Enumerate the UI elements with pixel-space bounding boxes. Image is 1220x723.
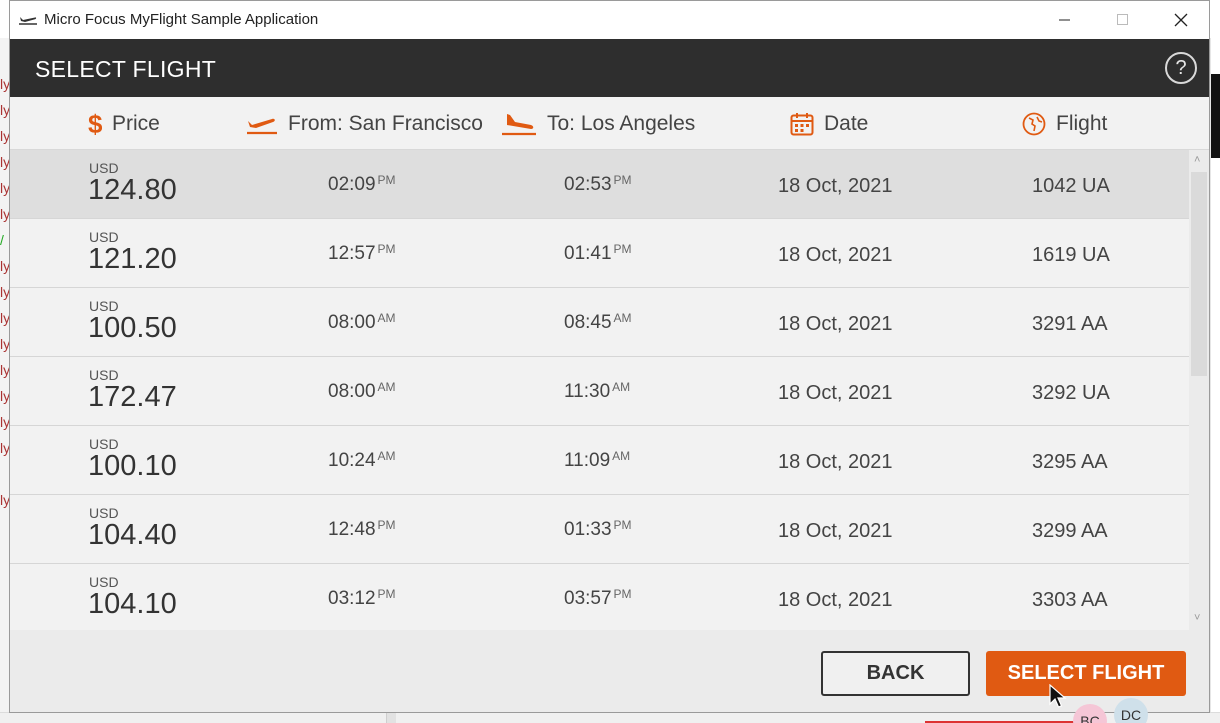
price-value: 100.10: [88, 450, 177, 482]
departure-time: 02:09 PM: [328, 173, 396, 195]
takeoff-icon: [247, 118, 277, 135]
flight-date: 18 Oct, 2021: [778, 244, 893, 266]
departure-time: 08:00 AM: [328, 380, 396, 402]
flight-number: 3292 UA: [1032, 382, 1110, 404]
landing-icon: [502, 114, 536, 136]
arrival-time: 02:53 PM: [564, 173, 632, 195]
flight-date: 18 Oct, 2021: [778, 175, 893, 197]
flight-date: 18 Oct, 2021: [778, 589, 893, 611]
page-header: SELECT FLIGHT ?: [10, 39, 1209, 97]
globe-icon: [1022, 112, 1046, 136]
column-from-label: From: San Francisco: [288, 112, 483, 135]
flight-row[interactable]: USD 124.80 02:09 PM 02:53 PM 18 Oct, 2021 …: [10, 150, 1189, 219]
price-value: 121.20: [88, 243, 177, 275]
column-price[interactable]: $ Price: [88, 109, 160, 139]
flight-list: USD 124.80 02:09 PM 02:53 PM 18 Oct, 2021 …: [10, 150, 1189, 630]
price-value: 100.50: [88, 312, 177, 344]
title-bar[interactable]: Micro Focus MyFlight Sample Application: [10, 1, 1209, 39]
scroll-down-arrow-icon[interactable]: ˅: [1194, 612, 1200, 624]
calendar-icon: [790, 113, 814, 136]
flight-row[interactable]: USD 104.10 03:12 PM 03:57 PM 18 Oct, 2021 …: [10, 564, 1189, 630]
price-value: 104.40: [88, 519, 177, 551]
flight-number: 3299 AA: [1032, 520, 1108, 542]
flight-number: 3295 AA: [1032, 451, 1108, 473]
column-from[interactable]: From: San Francisco: [246, 109, 483, 139]
flight-row[interactable]: USD 121.20 12:57 PM 01:41 PM 18 Oct, 2021 …: [10, 219, 1189, 288]
flight-row[interactable]: USD 172.47 08:00 AM 11:30 AM 18 Oct, 2021 …: [10, 357, 1189, 426]
column-price-label: Price: [112, 112, 160, 135]
airplane-app-icon: [18, 11, 38, 29]
price-value: 124.80: [88, 174, 177, 206]
column-date[interactable]: Date: [790, 109, 868, 139]
minimize-button[interactable]: [1036, 1, 1094, 39]
help-button[interactable]: ?: [1165, 52, 1197, 84]
background-app-right-edge: [1210, 38, 1220, 723]
scroll-up-arrow-icon[interactable]: ˄: [1194, 154, 1200, 166]
vertical-scrollbar[interactable]: ˄ ˅: [1189, 150, 1209, 630]
column-date-label: Date: [824, 112, 869, 135]
departure-time: 03:12 PM: [328, 587, 396, 609]
svg-text:$: $: [88, 111, 102, 137]
column-to-label: To: Los Angeles: [547, 112, 696, 135]
back-button[interactable]: BACK: [821, 651, 970, 696]
scrollbar-thumb[interactable]: [1191, 172, 1207, 376]
flight-number: 1619 UA: [1032, 244, 1110, 266]
column-flight[interactable]: Flight: [1022, 109, 1107, 139]
flight-date: 18 Oct, 2021: [778, 382, 893, 404]
arrival-time: 01:41 PM: [564, 242, 632, 264]
column-header-row: $ Price From: San Francisco To: Los Ange…: [10, 97, 1209, 150]
flight-date: 18 Oct, 2021: [778, 451, 893, 473]
flight-date: 18 Oct, 2021: [778, 313, 893, 335]
select-flight-button[interactable]: SELECT FLIGHT: [986, 651, 1186, 696]
flight-results: $ Price From: San Francisco To: Los Ange…: [10, 97, 1209, 712]
departure-time: 08:00 AM: [328, 311, 396, 333]
arrival-time: 11:09 AM: [564, 449, 631, 471]
dollar-icon: $: [88, 111, 102, 137]
price-value: 104.10: [88, 588, 177, 620]
page-title: SELECT FLIGHT: [35, 56, 217, 82]
column-flight-label: Flight: [1056, 112, 1108, 135]
arrival-time: 08:45 AM: [564, 311, 632, 333]
flight-number: 1042 UA: [1032, 175, 1110, 197]
flight-row[interactable]: USD 100.50 08:00 AM 08:45 AM 18 Oct, 2021 …: [10, 288, 1189, 357]
arrival-time: 11:30 AM: [564, 380, 631, 402]
price-value: 172.47: [88, 381, 177, 413]
arrival-time: 01:33 PM: [564, 518, 632, 540]
flight-number: 3303 AA: [1032, 589, 1108, 611]
flight-row[interactable]: USD 100.10 10:24 AM 11:09 AM 18 Oct, 2021 …: [10, 426, 1189, 495]
window-title: Micro Focus MyFlight Sample Application: [44, 11, 319, 28]
flight-date: 18 Oct, 2021: [778, 520, 893, 542]
departure-time: 12:57 PM: [328, 242, 396, 264]
app-window: Micro Focus MyFlight Sample Application …: [9, 0, 1210, 713]
flight-number: 3291 AA: [1032, 313, 1108, 335]
flight-row[interactable]: USD 104.40 12:48 PM 01:33 PM 18 Oct, 2021 …: [10, 495, 1189, 564]
arrival-time: 03:57 PM: [564, 587, 632, 609]
departure-time: 10:24 AM: [328, 449, 396, 471]
departure-time: 12:48 PM: [328, 518, 396, 540]
maximize-button[interactable]: [1094, 1, 1152, 39]
background-app-bottom-edge: [0, 712, 1220, 723]
column-to[interactable]: To: Los Angeles: [501, 109, 695, 139]
close-button[interactable]: [1152, 1, 1209, 39]
mouse-cursor-icon: [1049, 684, 1067, 708]
